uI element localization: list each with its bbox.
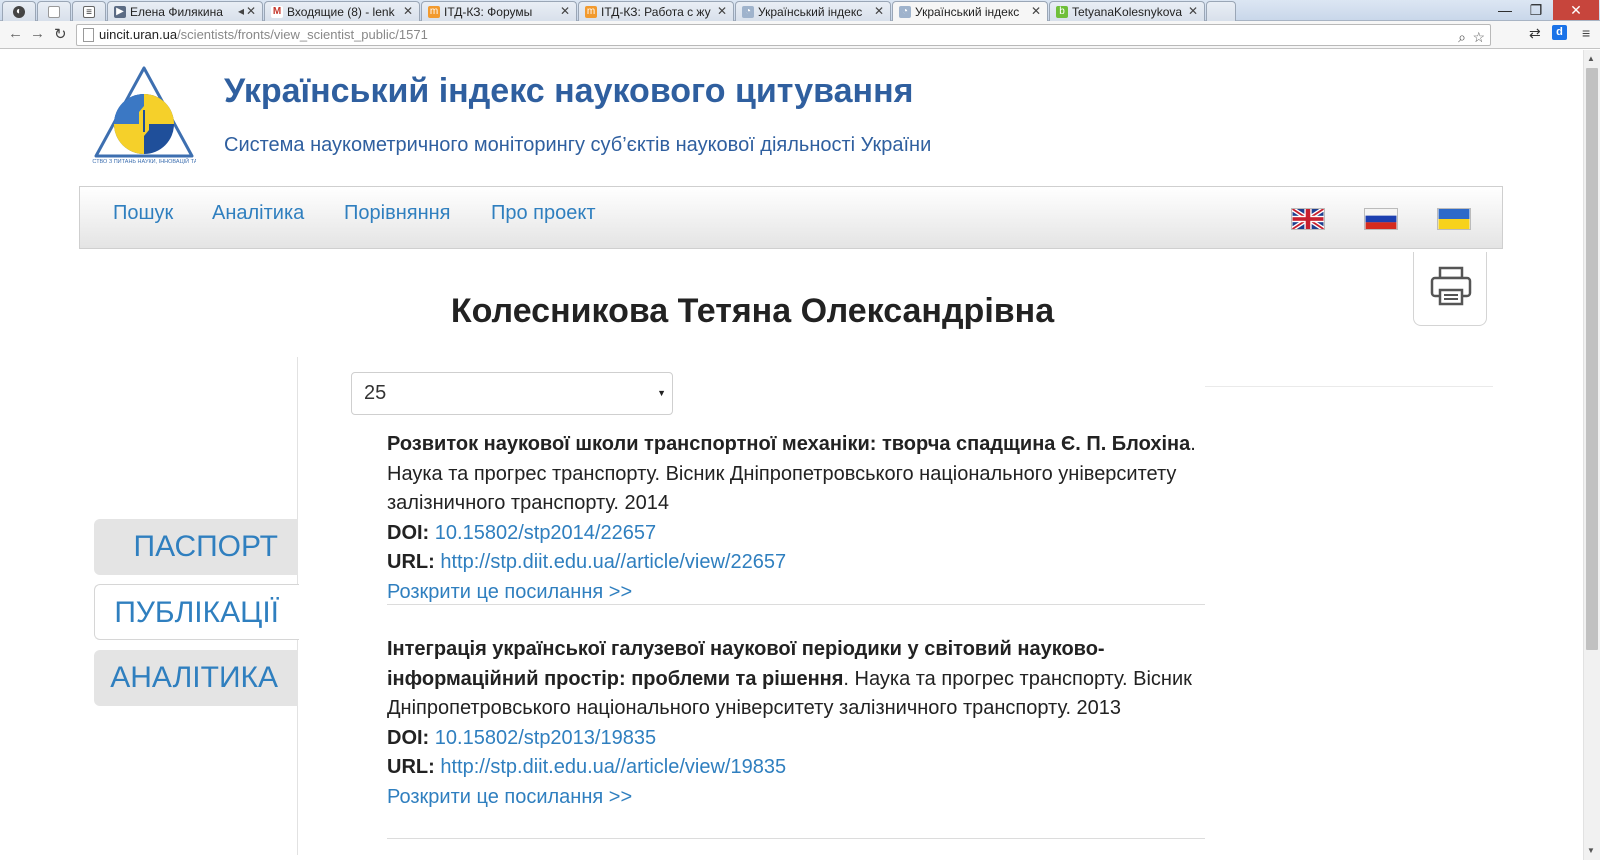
flag-ru-icon[interactable] [1364,208,1398,230]
researchgate-icon: b [1056,6,1068,18]
expand-link[interactable]: Розкрити це посилання >> [387,581,632,603]
extension-d-icon[interactable]: d [1552,25,1567,40]
extension-icon[interactable]: ⇄ [1529,25,1541,42]
per-page-select[interactable]: 25 ▼ [351,372,673,415]
doi-link[interactable]: 10.15802/stp2014/22657 [435,522,656,544]
tab-analytics[interactable]: АНАЛІТИКА [94,650,298,706]
tab-publications[interactable]: ПУБЛІКАЦІЇ [94,584,299,640]
publication-citation: Розвиток наукової школи транспортної мех… [387,430,1205,519]
browser-tab-forums[interactable]: m ІТД-КЗ: Форумы ✕ [421,1,577,21]
doi-row: DOI: 10.15802/stp2013/19835 [387,724,1205,754]
browser-tab-researchgate[interactable]: b TetyanaKolesnykova ✕ [1049,1,1205,21]
browser-tab-video[interactable]: ▶ Елена Филякина ◂ ✕ [107,1,263,21]
url-host: uincit.uran.ua [99,27,178,42]
url-path: /scientists/fronts/view_scientist_public… [177,27,428,42]
menu-icon[interactable]: ≡ [1582,25,1590,41]
browser-tab-blank[interactable] [37,1,71,21]
site-title[interactable]: Український індекс наукового цитування [224,72,913,111]
site-subtitle: Система наукометричного моніторингу суб’… [224,134,932,156]
tab-close-icon[interactable]: ✕ [1188,4,1198,18]
url-link[interactable]: http://stp.diit.edu.ua//article/view/226… [440,551,786,573]
blank-page-icon [48,6,60,18]
reload-icon[interactable]: ↻ [54,25,67,43]
publication-citation: Інтеграція української галузевої науково… [387,635,1205,724]
publication-item: Інтеграція української галузевої науково… [387,635,1205,812]
maximize-icon[interactable]: ❐ [1521,0,1551,20]
browser-tab-uncit-active[interactable]: ◔ Український індекс ✕ [892,1,1048,21]
tab-title: Елена Филякина [130,5,223,19]
new-tab-button[interactable] [1206,1,1236,21]
url-row: URL: http://stp.diit.edu.ua//article/vie… [387,753,1205,783]
tab-title: ІТД-КЗ: Работа с жу [601,5,711,19]
nav-about[interactable]: Про проект [491,202,596,225]
browser-tab-gmail[interactable]: M Входящие (8) - lenk ✕ [264,1,420,21]
nav-analytics[interactable]: Аналітика [212,202,304,225]
main-navbar: Пошук Аналітика Порівняння Про проект [79,186,1503,249]
close-window-icon[interactable]: ✕ [1553,0,1599,20]
tab-title: Входящие (8) - lenk [287,5,395,19]
url-link[interactable]: http://stp.diit.edu.ua//article/view/198… [440,756,786,778]
tab-close-icon[interactable]: ✕ [560,4,570,18]
tab-close-icon[interactable]: ✕ [1031,4,1041,18]
flag-en-icon[interactable] [1291,208,1325,230]
publication-divider [387,838,1205,839]
back-icon[interactable]: ← [8,25,23,42]
video-icon: ▶ [114,6,126,18]
divider [1205,386,1493,387]
uncit-icon: ◔ [899,6,911,18]
browser-tab-strip: ◐ ≡ ▶ Елена Филякина ◂ ✕ M Входящие (8) … [0,0,1600,21]
url-label: URL: [387,756,435,778]
scroll-down-icon[interactable]: ▼ [1587,846,1595,855]
url-row: URL: http://stp.diit.edu.ua//article/vie… [387,548,1205,578]
browser-tab-journal[interactable]: m ІТД-КЗ: Работа с жу ✕ [578,1,734,21]
per-page-value: 25 [364,382,387,404]
doi-link[interactable]: 10.15802/stp2013/19835 [435,727,656,749]
url-label: URL: [387,551,435,573]
moodle-icon: m [585,6,597,18]
minimize-icon[interactable]: — [1490,0,1520,20]
scrollbar-thumb[interactable] [1586,68,1598,650]
browser-tab-incognito[interactable]: ◐ [2,1,36,21]
tab-title: Український індекс [758,5,863,19]
tab-audio-icon[interactable]: ◂ [238,4,244,18]
publication-title: Розвиток наукової школи транспортної мех… [387,433,1191,455]
moodle-icon: m [428,6,440,18]
browser-tab-reader[interactable]: ≡ [72,1,106,21]
browser-toolbar: ← → ↻ uincit.uran.ua/scientists/fronts/v… [0,21,1600,49]
site-logo[interactable]: ДЕРЖАВНЕ АГЕНТСТВО З ПИТАНЬ НАУКИ, ІННОВ… [92,64,196,168]
address-bar[interactable]: uincit.uran.ua/scientists/fronts/view_sc… [76,24,1491,46]
reader-icon: ≡ [83,6,95,18]
browser-tab-uncit-1[interactable]: ◔ Український індекс ✕ [735,1,891,21]
tab-title: ІТД-КЗ: Форумы [444,5,533,19]
publication-item: Розвиток наукової школи транспортної мех… [387,430,1205,607]
flag-uk-icon[interactable] [1437,208,1471,230]
bookmark-star-icon[interactable]: ☆ [1472,27,1485,47]
chevron-down-icon: ▼ [657,388,666,398]
forward-icon[interactable]: → [30,25,45,42]
zoom-search-icon[interactable]: ⌕ [1458,27,1466,47]
incognito-icon: ◐ [13,6,25,18]
doi-row: DOI: 10.15802/stp2014/22657 [387,519,1205,549]
publication-divider [387,604,1205,605]
expand-link[interactable]: Розкрити це посилання >> [387,786,632,808]
tab-close-icon[interactable]: ✕ [717,4,727,18]
tab-close-icon[interactable]: ✕ [403,4,413,18]
page-info-icon[interactable] [83,28,94,42]
uncit-icon: ◔ [742,6,754,18]
nav-search[interactable]: Пошук [113,202,173,225]
tab-title: Український індекс [915,5,1020,19]
scientist-name: Колесникова Тетяна Олександрівна [450,292,1055,330]
doi-label: DOI: [387,521,430,544]
nav-compare[interactable]: Порівняння [344,202,450,225]
tab-passport[interactable]: ПАСПОРТ [94,519,298,575]
tab-title: TetyanaKolesnykova [1072,5,1182,19]
doi-label: DOI: [387,726,430,749]
tab-close-icon[interactable]: ✕ [874,4,884,18]
gmail-icon: M [271,6,283,18]
logo-ring-text: ДЕРЖАВНЕ АГЕНТСТВО З ПИТАНЬ НАУКИ, ІННОВ… [92,157,196,165]
tab-close-icon[interactable]: ✕ [246,4,256,18]
scroll-up-icon[interactable]: ▲ [1587,54,1595,63]
